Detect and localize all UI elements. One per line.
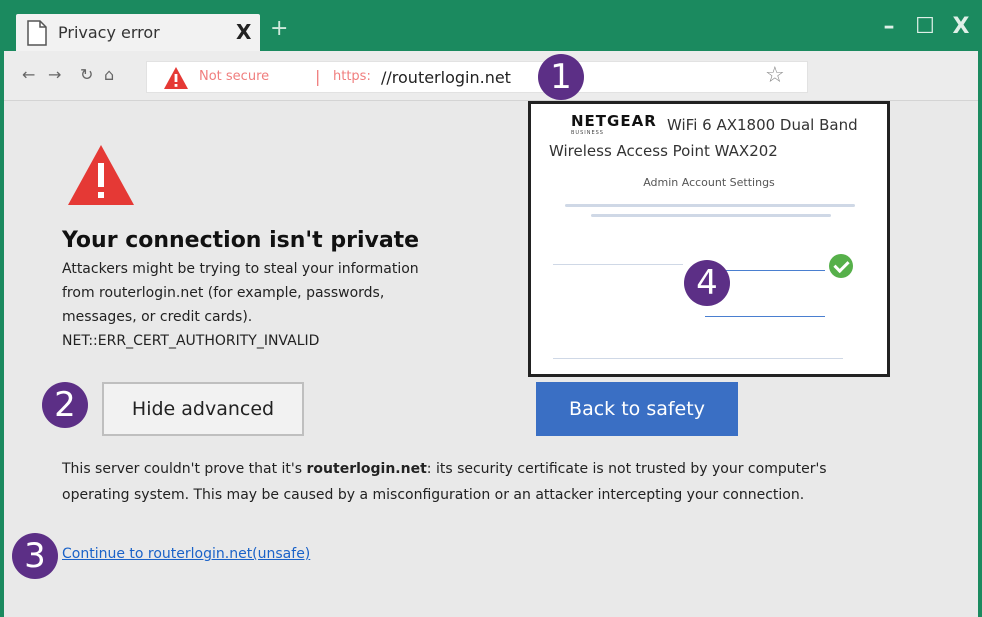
router-login-inset: WiFi 6 AX1800 Dual Band Wireless Access … (528, 101, 890, 377)
new-tab-button[interactable]: + (270, 16, 288, 41)
inset-text-line (591, 214, 831, 217)
inset-field-underline (553, 358, 843, 359)
advanced-text-line: This server couldn't prove that it's rou… (62, 461, 827, 477)
window-controls: – ☐ X (878, 14, 972, 39)
browser-window: Privacy error X + – ☐ X ← → ↻ ⌂ Not secu… (0, 0, 982, 617)
callout-badge-1: 1 (538, 54, 584, 100)
refresh-icon[interactable]: ↻ (80, 65, 93, 84)
maximize-icon[interactable]: ☐ (914, 14, 936, 39)
inset-text-line (565, 204, 855, 207)
address-bar[interactable]: Not secure | https: //routerlogin.net ☆ (146, 61, 808, 93)
description-line: Attackers might be trying to steal your … (62, 261, 419, 277)
hide-advanced-button[interactable]: Hide advanced (102, 382, 304, 436)
url-protocol: https: (333, 69, 371, 84)
error-warning-icon (68, 145, 134, 205)
callout-badge-4: 4 (684, 260, 730, 306)
advanced-text-line: operating system. This may be caused by … (62, 487, 805, 503)
netgear-logo: NETGEAR (571, 112, 657, 130)
callout-badge-2: 2 (42, 382, 88, 428)
inset-field-underline (553, 264, 683, 265)
netgear-logo-sub: BUSINESS (571, 130, 604, 136)
continue-unsafe-link[interactable]: Continue to routerlogin.net(unsafe) (62, 546, 310, 562)
advanced-text-suffix: : its security certificate is not truste… (426, 461, 827, 477)
inset-form-title: Admin Account Settings (643, 176, 775, 189)
minimize-icon[interactable]: – (878, 14, 900, 39)
description-line: messages, or credit cards). (62, 309, 253, 325)
title-bar: Privacy error X + – ☐ X (4, 4, 978, 52)
warning-icon (164, 67, 188, 89)
advanced-text-prefix: This server couldn't prove that it's (62, 461, 307, 477)
page-icon (27, 20, 47, 46)
back-to-safety-button[interactable]: Back to safety (536, 382, 738, 436)
error-heading: Your connection isn't private (62, 228, 420, 253)
tab-privacy-error[interactable]: Privacy error X (16, 14, 260, 52)
description-line: from routerlogin.net (for example, passw… (62, 285, 385, 301)
not-secure-label: Not secure (199, 69, 270, 84)
tab-close-icon[interactable]: X (236, 20, 251, 44)
tab-title: Privacy error (58, 23, 160, 42)
callout-badge-3: 3 (12, 533, 58, 579)
close-window-icon[interactable]: X (950, 14, 972, 39)
favorite-star-icon[interactable]: ☆ (765, 63, 785, 88)
inset-field-underline (705, 316, 825, 317)
host-name: routerlogin.net (306, 461, 427, 477)
check-icon (829, 254, 853, 278)
address-separator: | (315, 67, 321, 86)
back-icon[interactable]: ← (22, 65, 35, 84)
forward-icon[interactable]: → (48, 65, 61, 84)
url-host: //routerlogin.net (381, 68, 511, 87)
toolbar: ← → ↻ ⌂ Not secure | https: //routerlogi… (4, 51, 978, 101)
error-code: NET::ERR_CERT_AUTHORITY_INVALID (62, 333, 320, 349)
home-icon[interactable]: ⌂ (104, 65, 114, 84)
